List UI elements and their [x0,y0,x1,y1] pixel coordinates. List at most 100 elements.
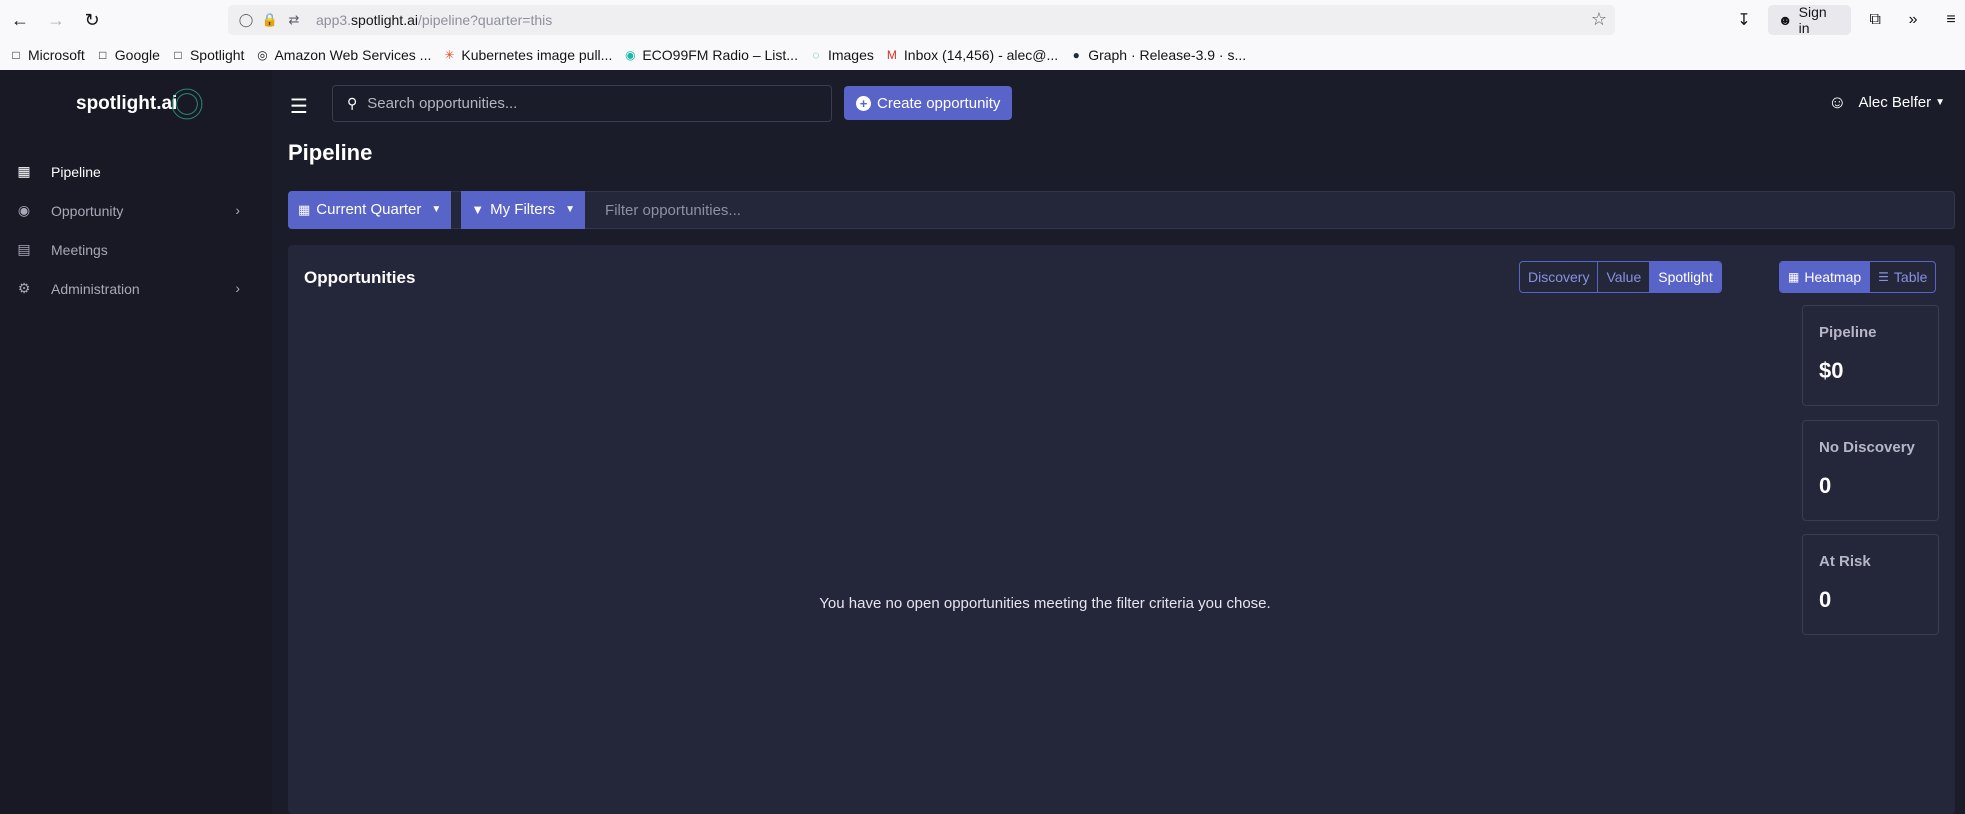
view-mode-value[interactable]: Value [1598,262,1651,292]
sign-in-button[interactable]: ☻ Sign in [1767,4,1852,36]
logo[interactable]: spotlight.ai [76,84,206,124]
url-text[interactable]: app3.spotlight.ai/pipeline?quarter=this [316,12,552,28]
main-content: ☰ ⚲ + Create opportunity ☺ Alec Belfer ▼ … [272,70,1965,814]
user-icon: ☺ [1828,92,1847,112]
bookmark-item[interactable]: □ Microsoft [8,47,85,63]
display-mode-label: Table [1893,269,1928,285]
gmail-icon: M [886,48,897,62]
my-filters-label: My Filters [490,201,556,218]
bookmark-label: Kubernetes image pull... [461,47,613,63]
folder-icon: □ [12,48,20,62]
caret-down-icon: ▼ [1935,97,1945,108]
stat-value: $0 [1819,358,1844,383]
caret-down-icon: ▼ [431,204,442,215]
filter-bar: ▦ Current Quarter ▼ ▼ My Filters ▼ [288,190,1955,229]
my-filters-dropdown-button[interactable]: ▼ My Filters ▼ [461,190,586,229]
camera-icon: ◉ [17,202,31,218]
sidebar-item-opportunity[interactable]: ◉ Opportunity › [0,191,272,230]
account-icon: ☻ [1777,12,1793,28]
settings-icon: ⚙ [17,280,31,296]
shield-icon[interactable]: ◯ [234,8,258,32]
bookmark-item[interactable]: ● Graph · Release-3.9 · s... [1068,47,1247,63]
opportunities-panel: Opportunities Discovery Value Spotlight … [288,245,1955,814]
menu-icon[interactable]: ≡ [1937,6,1965,34]
sidebar-item-label: Opportunity [51,202,124,219]
stat-label: At Risk [1819,553,1871,570]
list-icon: ☰ [1878,270,1889,284]
logo-text: spotlight.ai [76,93,178,114]
filter-input[interactable] [605,201,1706,219]
bookmark-item[interactable]: ◌ Images [808,47,874,63]
bookmark-item[interactable]: ◉ ECO99FM Radio – List... [622,47,798,63]
sidebar-item-pipeline[interactable]: ▦ Pipeline [0,152,272,191]
plus-circle-icon: + [856,95,871,111]
bookmark-label: Google [114,47,160,63]
sidebar-nav: ▦ Pipeline ◉ Opportunity › ▤ Meetings ⚙ … [0,152,272,308]
back-arrow-icon[interactable]: ← [8,8,32,32]
stat-label: Pipeline [1819,324,1877,341]
grid-icon: ▦ [1788,270,1800,284]
bookmark-label: Graph · Release-3.9 · s... [1088,47,1247,63]
bookmark-item[interactable]: □ Spotlight [170,47,244,63]
overflow-chevrons-icon[interactable]: » [1899,6,1927,34]
asterisk-icon: ✳ [444,48,455,62]
permissions-icon[interactable]: ⇄ [282,8,306,32]
create-opportunity-button[interactable]: + Create opportunity [844,86,1013,120]
pipeline-icon: ▦ [17,163,31,179]
sign-in-label: Sign in [1798,4,1827,36]
sidebar-item-label: Pipeline [51,163,101,180]
sidebar-item-label: Meetings [51,241,108,258]
panel-title: Opportunities [304,268,416,287]
user-name: Alec Belfer [1858,94,1932,111]
stat-card-pipeline: Pipeline $0 [1802,305,1939,406]
stat-label: No Discovery [1819,439,1915,456]
quarter-dropdown-button[interactable]: ▦ Current Quarter ▼ [288,190,452,229]
search-box[interactable]: ⚲ [332,85,832,122]
globe-icon: ◎ [257,48,268,62]
hamburger-menu-icon[interactable]: ☰ [290,94,308,119]
bookmark-item[interactable]: ✳ Kubernetes image pull... [441,47,612,63]
app: spotlight.ai ▦ Pipeline ◉ Opportunity › … [0,70,1965,814]
star-icon[interactable]: ☆ [1591,9,1607,30]
browser-toolbar: ← → ↻ ◯ 🔒 ⇄ app3.spotlight.ai/pipeline?q… [0,0,1965,40]
folder-icon: □ [99,48,107,62]
view-mode-discovery[interactable]: Discovery [1520,262,1599,292]
folder-icon: □ [174,48,182,62]
bookmark-label: ECO99FM Radio – List... [642,47,798,63]
circle-icon: ● [1072,48,1080,62]
download-icon[interactable]: ↧ [1730,6,1758,34]
reload-icon[interactable]: ↻ [80,8,104,32]
quarter-label: Current Quarter [316,201,422,218]
bookmark-label: Inbox (14,456) - alec@... [903,47,1059,63]
forward-arrow-icon[interactable]: → [44,8,68,32]
stat-card-no-discovery: No Discovery 0 [1802,420,1939,521]
address-bar[interactable]: ◯ 🔒 ⇄ app3.spotlight.ai/pipeline?quarter… [228,5,1615,35]
chevron-right-icon: › [235,202,240,218]
search-input[interactable] [367,95,808,112]
browser-right-tools: ↧ ☻ Sign in ⧉ » ≡ [1730,4,1965,36]
display-mode-heatmap[interactable]: ▦ Heatmap [1780,262,1871,292]
view-mode-spotlight[interactable]: Spotlight [1650,262,1721,292]
bookmark-item[interactable]: □ Google [95,47,160,63]
page-title: Pipeline [288,140,373,165]
bookmark-label: Spotlight [189,47,245,63]
sidebar-item-meetings[interactable]: ▤ Meetings [0,230,272,269]
sidebar-item-administration[interactable]: ⚙ Administration › [0,269,272,308]
stat-value: 0 [1819,587,1832,612]
calendar-icon: ▦ [298,201,311,217]
radio-icon: ◉ [625,48,636,62]
extensions-icon[interactable]: ⧉ [1861,6,1889,34]
view-mode-toggle: Discovery Value Spotlight [1519,261,1722,293]
display-mode-toggle: ▦ Heatmap ☰ Table [1779,261,1937,293]
display-mode-table[interactable]: ☰ Table [1870,262,1935,292]
document-icon: ▤ [17,241,31,257]
lock-icon[interactable]: 🔒 [258,8,282,32]
bookmark-item[interactable]: M Inbox (14,456) - alec@... [884,47,1058,63]
caret-down-icon: ▼ [565,204,576,215]
bookmarks-bar: □ Microsoft □ Google □ Spotlight ◎ Amazon Web S… [0,42,1965,68]
user-menu[interactable]: ☺ Alec Belfer ▼ [1828,92,1945,113]
bookmark-item[interactable]: ◎ Amazon Web Services ... [254,47,431,63]
sidebar-item-label: Administration [51,280,140,297]
bookmark-label: Microsoft [28,47,85,63]
create-opportunity-label: Create opportunity [877,94,1001,112]
